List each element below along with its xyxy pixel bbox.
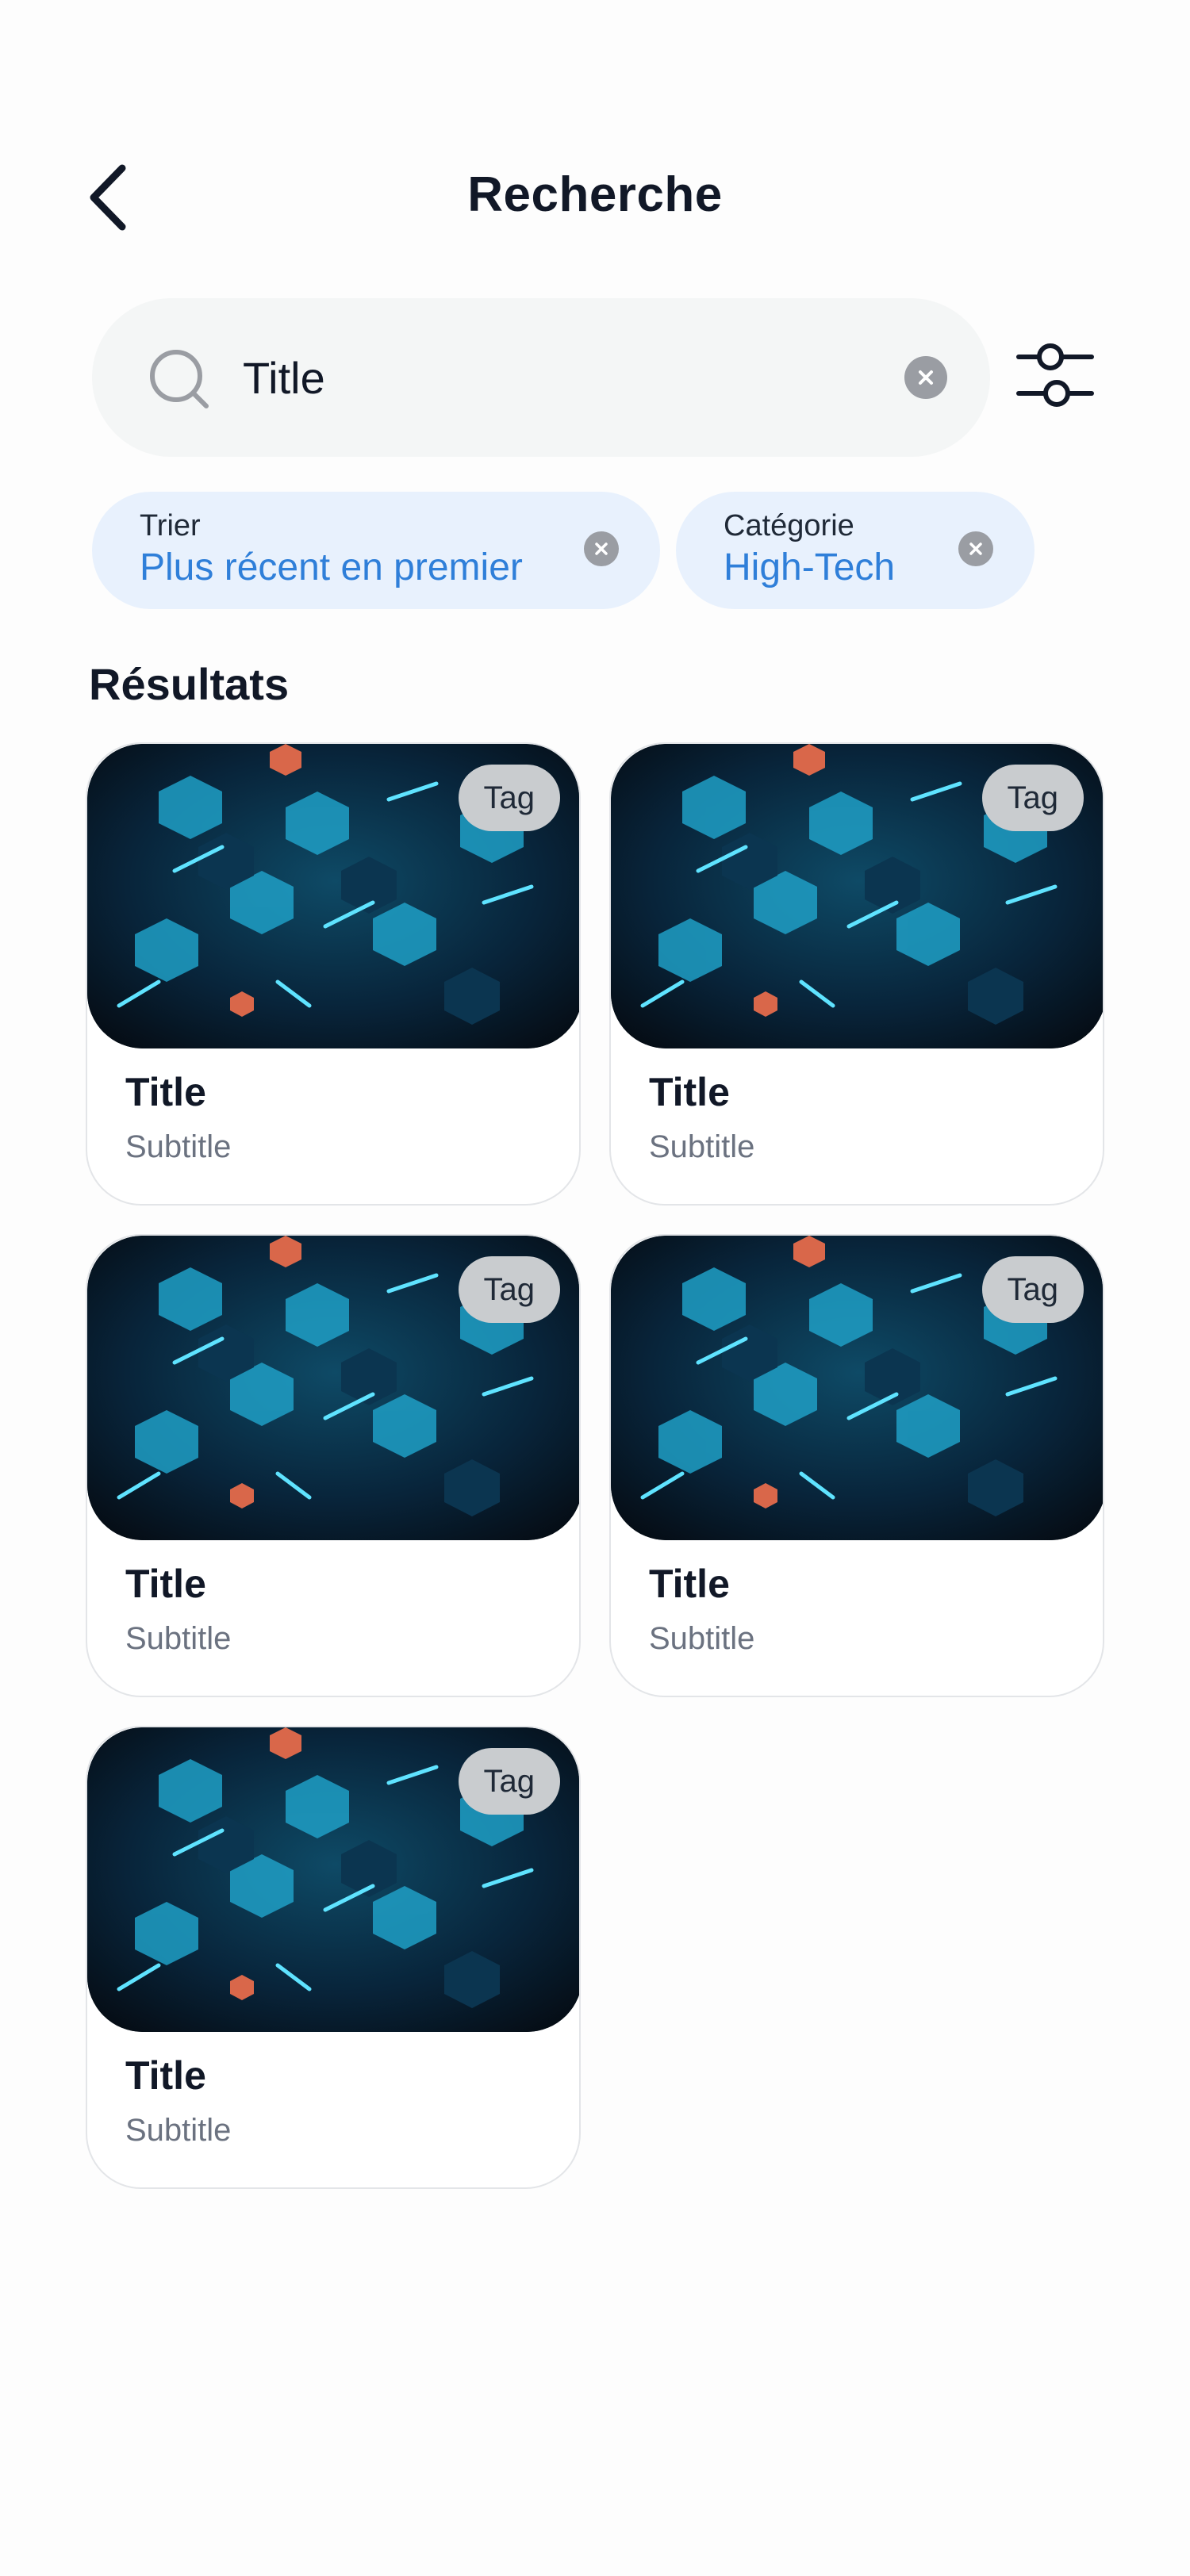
remove-filter-button[interactable]	[958, 531, 993, 566]
page-title: Recherche	[467, 167, 723, 222]
chip-value: High-Tech	[724, 546, 896, 588]
card-subtitle: Subtitle	[125, 1129, 232, 1164]
card-image: Tag	[87, 1727, 579, 2032]
close-icon	[595, 542, 608, 555]
card-title: Title	[125, 1562, 206, 1606]
search-icon	[150, 350, 209, 408]
card-title: Title	[649, 1070, 730, 1114]
card-title: Title	[125, 2053, 206, 2098]
chip-label: Catégorie	[724, 509, 854, 542]
tag-badge: Tag	[458, 1256, 560, 1323]
card-subtitle: Subtitle	[125, 2113, 232, 2148]
tag-badge: Tag	[458, 1748, 560, 1815]
tag-badge: Tag	[981, 1256, 1084, 1323]
close-icon	[969, 542, 982, 555]
header: Recherche	[0, 143, 1190, 246]
card-title: Title	[649, 1562, 730, 1606]
chip-label: Trier	[140, 509, 201, 542]
result-card[interactable]: Tag Title Subtitle	[86, 1234, 581, 1697]
card-image: Tag	[87, 744, 579, 1048]
result-card[interactable]: Tag Title Subtitle	[609, 742, 1104, 1206]
result-card[interactable]: Tag Title Subtitle	[86, 1726, 581, 2189]
remove-filter-button[interactable]	[584, 531, 619, 566]
filter-chip-sort[interactable]: Trier Plus récent en premier	[92, 492, 660, 609]
filter-button[interactable]	[1012, 333, 1100, 420]
tag-badge: Tag	[981, 765, 1084, 831]
card-subtitle: Subtitle	[649, 1621, 755, 1656]
tag-badge: Tag	[458, 765, 560, 831]
card-subtitle: Subtitle	[649, 1129, 755, 1164]
card-subtitle: Subtitle	[125, 1621, 232, 1656]
chip-value: Plus récent en premier	[140, 546, 523, 588]
sliders-icon	[1016, 343, 1094, 407]
search-bar	[92, 298, 990, 457]
result-card[interactable]: Tag Title Subtitle	[86, 742, 581, 1206]
card-image: Tag	[87, 1236, 579, 1540]
card-image: Tag	[611, 744, 1103, 1048]
card-image: Tag	[611, 1236, 1103, 1540]
filter-chip-category[interactable]: Catégorie High-Tech	[676, 492, 1035, 609]
clear-search-button[interactable]	[904, 356, 947, 399]
search-input[interactable]	[243, 338, 877, 417]
close-icon	[919, 370, 933, 385]
results-heading: Résultats	[89, 659, 290, 709]
card-title: Title	[125, 1070, 206, 1114]
result-card[interactable]: Tag Title Subtitle	[609, 1234, 1104, 1697]
